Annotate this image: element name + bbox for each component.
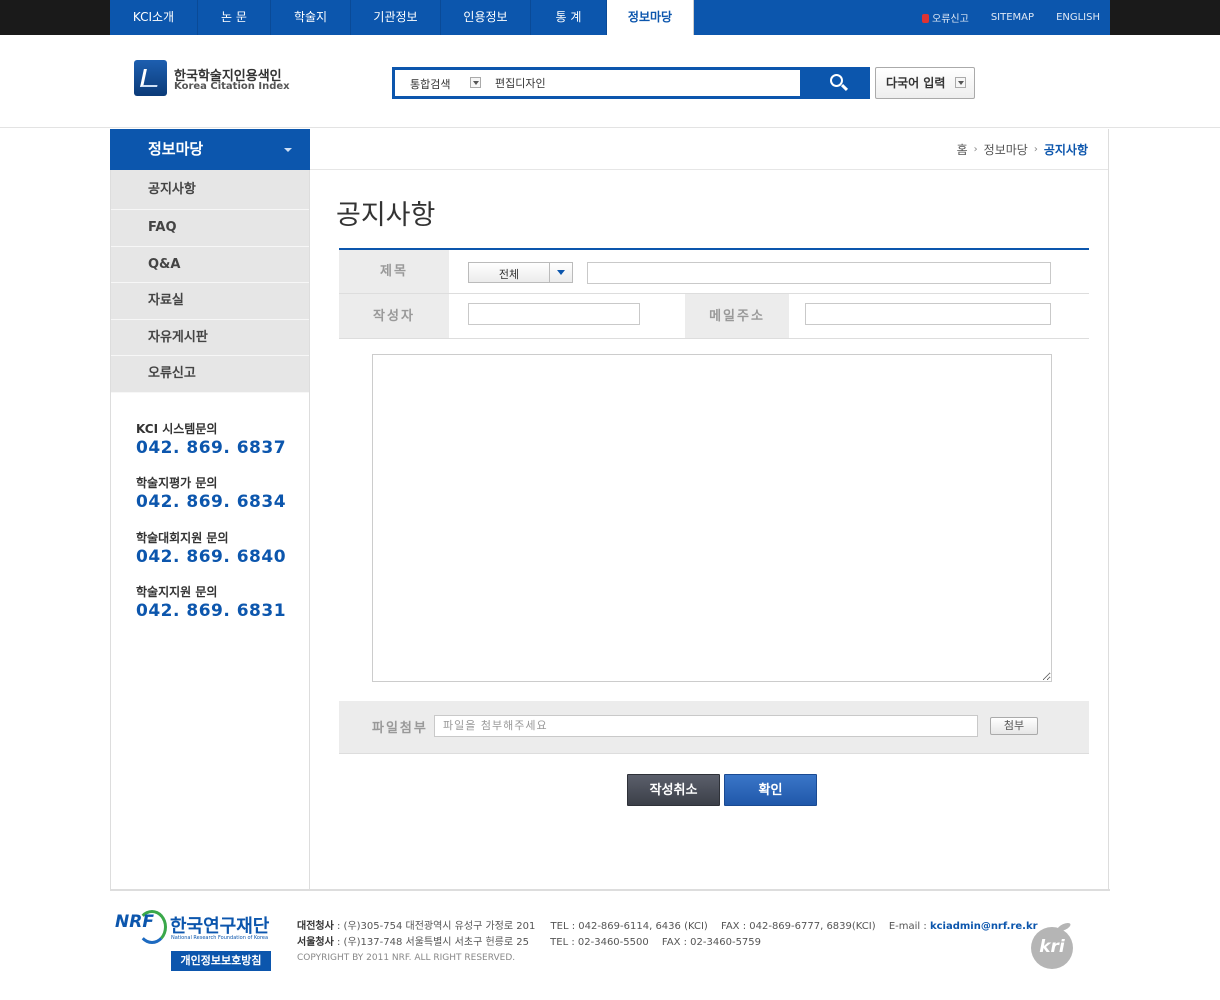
multi-language-input-button[interactable]: 다국어 입력 <box>875 67 975 99</box>
kci-logo-icon <box>134 60 167 96</box>
search-bar: 통합검색 <box>392 67 870 99</box>
multi-language-label: 다국어 입력 <box>886 76 946 90</box>
alert-icon <box>922 14 930 23</box>
seoul-addr: : (우)137-748 서울특별시 서초구 헌릉로 25 <box>333 937 529 948</box>
content-editor[interactable] <box>372 354 1052 682</box>
header: 한국학술지인용색인 Korea Citation Index 통합검색 다국어 … <box>0 35 1220 128</box>
copyright: COPYRIGHT BY 2011 NRF. ALL RIGHT RESERVE… <box>297 953 516 963</box>
sitemap-link[interactable]: SITEMAP <box>991 12 1034 23</box>
sidebar-item-faq[interactable]: FAQ <box>111 210 309 247</box>
author-row: 작성자 메일주소 <box>339 294 1089 339</box>
global-nav: KCI소개 논 문 학술지 기관정보 인용정보 통 계 정보마당 <box>110 0 694 35</box>
contact-number: 042. 869. 6840 <box>136 547 287 567</box>
file-attach-row: 파일첨부 파일을 첨부해주세요 첨부 <box>339 701 1089 754</box>
breadcrumb-section[interactable]: 정보마당 <box>984 141 1028 158</box>
author-input[interactable] <box>468 303 640 325</box>
search-icon-handle <box>840 83 849 92</box>
email-label: 메일주소 <box>685 294 789 338</box>
breadcrumb: 홈 › 정보마당 › 공지사항 <box>957 141 1088 158</box>
chevron-down-icon <box>549 263 572 282</box>
daejeon-address: 대전청사 : (우)305-754 대전광역시 유성구 가정로 201 TEL … <box>297 917 1038 932</box>
logo-english-text: Korea Citation Index <box>174 81 290 92</box>
contact-evaluation: 학술지평가 문의 042. 869. 6834 <box>136 474 306 512</box>
contact-label: 학술대회지원 문의 <box>136 531 229 545</box>
gnb-item-journals[interactable]: 학술지 <box>271 0 351 35</box>
chevron-down-icon[interactable] <box>470 77 481 88</box>
breadcrumb-bar: 홈 › 정보마당 › 공지사항 <box>310 129 1108 170</box>
file-path-input[interactable]: 파일을 첨부해주세요 <box>434 715 978 737</box>
search-button[interactable] <box>807 67 870 99</box>
search-field: 통합검색 <box>395 70 800 96</box>
breadcrumb-current: 공지사항 <box>1043 143 1088 157</box>
content-bottom-line <box>110 889 1110 891</box>
lnb-title[interactable]: 정보마당 <box>110 129 310 170</box>
contact-number: 042. 869. 6831 <box>136 601 287 621</box>
daejeon-addr: : (우)305-754 대전광역시 유성구 가정로 201 <box>333 921 536 932</box>
author-label: 작성자 <box>339 294 449 338</box>
utility-links: 오류신고 SITEMAP ENGLISH <box>922 0 1100 35</box>
contact-journal-support: 학술지지원 문의 042. 869. 6831 <box>136 583 306 621</box>
nrf-logo[interactable]: NRF 한국연구재단 National Research Foundation … <box>115 910 275 950</box>
subject-category-select[interactable]: 전체 <box>468 262 573 283</box>
sidebar-item-archive[interactable]: 자료실 <box>111 283 309 320</box>
chevron-right-icon: › <box>973 144 978 155</box>
error-report-label: 오류신고 <box>932 14 969 25</box>
contact-number: 042. 869. 6837 <box>136 438 287 458</box>
gnb-item-institutions[interactable]: 기관정보 <box>351 0 441 35</box>
seoul-address: 서울청사 : (우)137-748 서울특별시 서초구 헌릉로 25 TEL :… <box>297 933 761 948</box>
subject-label: 제목 <box>339 250 449 293</box>
gnb-item-papers[interactable]: 논 문 <box>198 0 271 35</box>
contact-label: KCI 시스템문의 <box>136 422 218 436</box>
sidebar-item-free-board[interactable]: 자유게시판 <box>111 319 309 356</box>
gnb-item-statistics[interactable]: 통 계 <box>531 0 607 35</box>
contact-label: 학술지지원 문의 <box>136 585 218 599</box>
search-input[interactable] <box>495 75 785 91</box>
email-link[interactable]: kciadmin@nrf.re.kr <box>930 921 1038 932</box>
daejeon-fax: FAX : 042-869-6777, 6839(KCI) <box>721 921 876 932</box>
error-report-link[interactable]: 오류신고 <box>922 10 969 25</box>
contact-conference: 학술대회지원 문의 042. 869. 6840 <box>136 529 306 567</box>
daejeon-label: 대전청사 <box>297 921 334 932</box>
top-navigation: KCI소개 논 문 학술지 기관정보 인용정보 통 계 정보마당 오류신고 SI… <box>110 0 1110 35</box>
file-attach-label: 파일첨부 <box>372 721 428 736</box>
breadcrumb-home[interactable]: 홈 <box>957 141 968 158</box>
page-title: 공지사항 <box>336 200 436 231</box>
contact-label: 학술지평가 문의 <box>136 476 218 490</box>
chevron-right-icon: › <box>1033 144 1038 155</box>
seoul-tel: TEL : 02-3460-5500 <box>550 937 649 948</box>
nrf-mark: NRF <box>115 912 154 932</box>
email-field[interactable] <box>805 303 1051 325</box>
subject-row: 제목 전체 <box>339 250 1089 294</box>
gnb-item-info[interactable]: 정보마당 <box>607 0 694 35</box>
cancel-button[interactable]: 작성취소 <box>627 774 720 806</box>
contact-system: KCI 시스템문의 042. 869. 6837 <box>136 420 306 458</box>
gnb-item-citations[interactable]: 인용정보 <box>441 0 531 35</box>
contact-number: 042. 869. 6834 <box>136 492 287 512</box>
gnb-item-kci-intro[interactable]: KCI소개 <box>110 0 198 35</box>
subject-category-value: 전체 <box>498 268 520 281</box>
nrf-english-name: National Research Foundation of Korea <box>171 935 269 941</box>
confirm-button[interactable]: 확인 <box>724 774 817 806</box>
sidebar-item-qna[interactable]: Q&A <box>111 246 309 283</box>
privacy-policy-button[interactable]: 개인정보보호방침 <box>171 951 271 971</box>
kci-logo[interactable]: 한국학술지인용색인 Korea Citation Index <box>134 60 294 100</box>
daejeon-tel: TEL : 042-869-6114, 6436 (KCI) <box>550 921 708 932</box>
search-scope-select[interactable]: 통합검색 <box>410 76 450 92</box>
sidebar-item-notice[interactable]: 공지사항 <box>111 170 309 210</box>
chevron-down-icon <box>955 77 966 88</box>
seoul-fax: FAX : 02-3460-5759 <box>661 937 762 948</box>
sidebar-item-error-report[interactable]: 오류신고 <box>111 356 309 393</box>
seoul-label: 서울청사 <box>297 937 334 948</box>
kri-logo[interactable]: kri <box>1031 927 1073 969</box>
right-frame-line <box>1108 129 1109 890</box>
top-bar: KCI소개 논 문 학술지 기관정보 인용정보 통 계 정보마당 오류신고 SI… <box>0 0 1220 35</box>
english-link[interactable]: ENGLISH <box>1056 12 1100 23</box>
subject-input[interactable] <box>587 262 1051 284</box>
email-label: E-mail : <box>888 921 927 932</box>
attach-button[interactable]: 첨부 <box>990 717 1038 735</box>
side-menu: 공지사항 FAQ Q&A 자료실 자유게시판 오류신고 <box>111 170 309 393</box>
